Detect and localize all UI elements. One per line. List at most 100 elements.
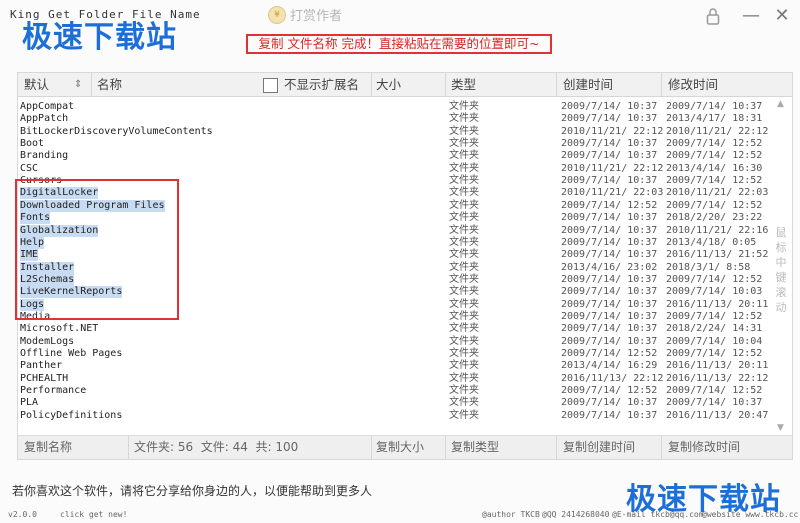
reward-label: 打赏作者 xyxy=(290,9,343,24)
row-name: BitLockerDiscoveryVolumeContents xyxy=(20,125,213,137)
table-row[interactable]: CSC 文件夹 2010/11/21/ 22:12 2013/4/14/ 16:30 xyxy=(18,163,778,175)
row-type: 文件夹 xyxy=(449,236,479,248)
row-modified: 2018/2/20/ 23:22 xyxy=(666,212,763,224)
row-modified: 2016/11/13/ 20:11 xyxy=(666,360,769,372)
header-modified[interactable]: 修改时间 xyxy=(668,73,718,96)
row-modified: 2018/3/1/ 8:58 xyxy=(666,261,751,273)
row-modified: 2009/7/14/ 12:52 xyxy=(666,150,763,162)
row-type: 文件夹 xyxy=(449,125,479,137)
row-created: 2009/7/14/ 10:37 xyxy=(561,224,658,236)
row-created: 2009/7/14/ 10:37 xyxy=(561,175,658,187)
row-created: 2013/4/16/ 23:02 xyxy=(561,261,658,273)
row-created: 2009/7/14/ 10:37 xyxy=(561,273,658,285)
table-row[interactable]: AppPatch 文件夹 2009/7/14/ 10:37 2013/4/17/ 18… xyxy=(18,113,778,125)
row-name: PolicyDefinitions xyxy=(20,409,123,421)
copy-size-button[interactable]: 复制大小 xyxy=(376,436,424,459)
row-type: 文件夹 xyxy=(449,249,479,261)
row-type: 文件夹 xyxy=(449,261,479,273)
table-row[interactable]: Boot 文件夹 2009/7/14/ 10:37 2009/7/14/ 12:52 xyxy=(18,138,778,150)
table-row[interactable]: Offline Web Pages 文件夹 2009/7/14/ 12:52 2009… xyxy=(18,348,778,360)
row-modified: 2013/4/14/ 16:30 xyxy=(666,162,763,174)
website-label: @website www.tkcb.cc xyxy=(702,510,799,519)
scroll-down-icon[interactable]: ▼ xyxy=(777,423,784,433)
table-row[interactable]: AppCompat 文件夹 2009/7/14/ 10:37 2009/7/14/ 1… xyxy=(18,101,778,113)
row-type: 文件夹 xyxy=(449,335,479,347)
version-label: v2.0.0 xyxy=(8,510,37,519)
row-created: 2010/11/21/ 22:03 xyxy=(561,187,664,199)
row-created: 2010/11/21/ 22:12 xyxy=(561,162,664,174)
row-modified: 2016/11/13/ 20:11 xyxy=(666,298,769,310)
row-modified: 2013/4/18/ 0:05 xyxy=(666,236,757,248)
row-created: 2009/7/14/ 12:52 xyxy=(561,348,658,359)
sort-default-button[interactable]: 默认 xyxy=(24,73,49,96)
row-type: 文件夹 xyxy=(449,310,479,322)
row-created: 2009/7/14/ 10:37 xyxy=(561,212,658,224)
scroll-hint: 鼠标中键滚动 xyxy=(775,226,787,314)
minimize-icon[interactable]: — xyxy=(740,5,762,26)
row-type: 文件夹 xyxy=(449,273,479,285)
row-modified: 2010/11/21/ 22:12 xyxy=(666,125,769,137)
copy-modified-button[interactable]: 复制修改时间 xyxy=(668,436,740,459)
row-name: Performance xyxy=(20,385,87,397)
row-type: 文件夹 xyxy=(449,138,479,150)
row-type: 文件夹 xyxy=(449,360,479,372)
header-size[interactable]: 大小 xyxy=(376,73,401,96)
row-type: 文件夹 xyxy=(449,150,479,162)
author-label: @author TKCB xyxy=(482,510,540,519)
coin-icon: ¥ xyxy=(268,5,286,24)
row-modified: 2013/4/17/ 18:31 xyxy=(666,113,763,125)
table-row[interactable]: Panther 文件夹 2013/4/14/ 16:29 2016/11/13/ 20… xyxy=(18,360,778,372)
row-name: PCHEALTH xyxy=(20,372,69,384)
row-created: 2009/7/14/ 12:52 xyxy=(561,385,658,397)
table-row[interactable]: BitLockerDiscoveryVolumeContents 文件夹 2010/… xyxy=(18,126,778,138)
app-window: King Get Folder File Name ¥ 打赏作者 — ✕ 极速下… xyxy=(0,0,800,523)
row-modified: 2009/7/14/ 12:52 xyxy=(666,348,763,359)
row-type: 文件夹 xyxy=(449,212,479,224)
row-name: Offline Web Pages xyxy=(20,348,123,359)
table-row[interactable]: PLA 文件夹 2009/7/14/ 10:37 2009/7/14/ 10:37 xyxy=(18,397,778,409)
row-modified: 2009/7/14/ 12:52 xyxy=(666,385,763,397)
row-created: 2009/7/14/ 10:37 xyxy=(561,310,658,322)
close-icon[interactable]: ✕ xyxy=(771,5,793,26)
table-row[interactable]: Performance 文件夹 2009/7/14/ 12:52 2009/7/14/… xyxy=(18,385,778,397)
row-created: 2009/7/14/ 10:37 xyxy=(561,101,658,112)
table-row[interactable]: PolicyDefinitions 文件夹 2009/7/14/ 10:37 2016… xyxy=(18,410,778,422)
table-row[interactable]: ModemLogs 文件夹 2009/7/14/ 10:37 2009/7/14/ 1… xyxy=(18,336,778,348)
row-created: 2009/7/14/ 10:37 xyxy=(561,323,658,335)
footer-bar: 复制名称 文件夹: 56 文件: 44 共: 100 复制大小 复制类型 复制创… xyxy=(18,435,792,459)
lock-icon[interactable] xyxy=(706,7,720,25)
sort-icon[interactable]: ⇕ xyxy=(74,73,82,96)
row-created: 2009/7/14/ 10:37 xyxy=(561,409,658,421)
get-new-link[interactable]: click get new! xyxy=(60,510,127,519)
copy-type-button[interactable]: 复制类型 xyxy=(451,436,499,459)
row-modified: 2010/11/21/ 22:16 xyxy=(666,224,769,236)
share-text: 若你喜欢这个软件，请将它分享给你身边的人，以便能帮助到更多人 xyxy=(12,484,373,498)
table-row[interactable]: Microsoft.NET 文件夹 2009/7/14/ 10:37 2018/2/2… xyxy=(18,323,778,335)
hide-extension-checkbox[interactable] xyxy=(263,78,278,93)
row-modified: 2009/7/14/ 10:37 xyxy=(666,397,763,409)
row-created: 2009/7/14/ 10:37 xyxy=(561,397,658,409)
row-name: ModemLogs xyxy=(20,335,75,347)
header-type[interactable]: 类型 xyxy=(451,73,476,96)
copy-created-button[interactable]: 复制创建时间 xyxy=(563,436,635,459)
reward-author-button[interactable]: ¥ 打赏作者 xyxy=(268,5,342,24)
table-row[interactable]: PCHEALTH 文件夹 2016/11/13/ 22:12 2016/11/13/ … xyxy=(18,373,778,385)
row-type: 文件夹 xyxy=(449,372,479,384)
row-created: 2016/11/13/ 22:12 xyxy=(561,372,664,384)
row-name: Microsoft.NET xyxy=(20,323,99,335)
table-row[interactable]: Branding 文件夹 2009/7/14/ 10:37 2009/7/14/ 12… xyxy=(18,150,778,162)
list-header: 默认 ⇕ 名称 不显示扩展名 大小 类型 创建时间 修改时间 xyxy=(18,73,792,97)
copy-name-button[interactable]: 复制名称 xyxy=(24,436,72,459)
row-name: Panther xyxy=(20,360,63,372)
row-type: 文件夹 xyxy=(449,187,479,199)
row-type: 文件夹 xyxy=(449,323,479,335)
row-created: 2009/7/14/ 10:37 xyxy=(561,286,658,298)
header-name[interactable]: 名称 xyxy=(97,73,122,96)
row-type: 文件夹 xyxy=(449,348,479,359)
row-created: 2010/11/21/ 22:12 xyxy=(561,125,664,137)
scroll-up-icon[interactable]: ▲ xyxy=(777,99,784,109)
row-type: 文件夹 xyxy=(449,199,479,211)
header-created[interactable]: 创建时间 xyxy=(563,73,613,96)
hide-extension-label[interactable]: 不显示扩展名 xyxy=(284,73,359,96)
row-type: 文件夹 xyxy=(449,175,479,187)
